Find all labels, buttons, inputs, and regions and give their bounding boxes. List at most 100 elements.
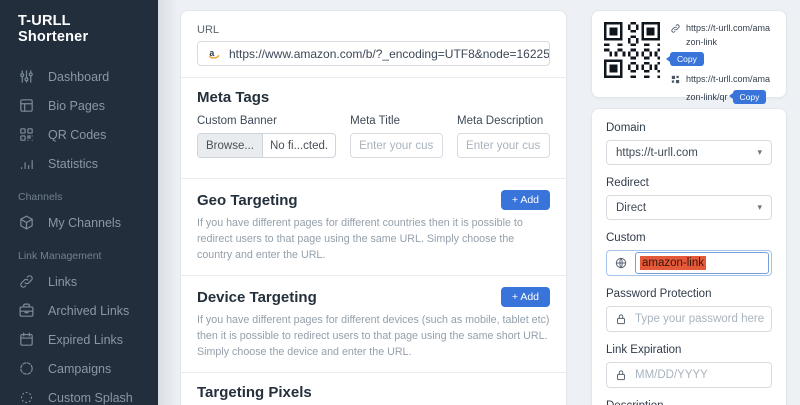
geo-targeting-header: Geo Targeting + Add xyxy=(197,190,550,210)
amazon-favicon-icon: a xyxy=(207,47,221,61)
sidebar-item-dashboard[interactable]: Dashboard xyxy=(0,62,158,91)
file-selected-text: No fi...cted. xyxy=(269,139,329,152)
device-add-button[interactable]: + Add xyxy=(500,287,550,308)
sidebar-section-channels: Channels xyxy=(18,191,63,203)
custom-alias-field[interactable]: amazon-link xyxy=(635,252,769,274)
globe-icon xyxy=(614,256,628,270)
sidebar-item-label: My Channels xyxy=(48,215,121,230)
sidebar-item-label: Bio Pages xyxy=(48,98,105,113)
sidebar-item-qr-codes[interactable]: QR Codes xyxy=(0,120,158,149)
globe-icon-wrap xyxy=(607,256,635,270)
meta-description-label: Meta Description xyxy=(457,115,544,127)
sidebar-item-label: Dashboard xyxy=(48,69,110,84)
geo-targeting-description: If you have different pages for differen… xyxy=(197,217,523,262)
sidebar-item-label: Custom Splash xyxy=(48,390,133,405)
divider xyxy=(181,178,566,179)
qr-link-url: https://t-urll.com/amazon-link/qr Copy xyxy=(686,74,771,104)
redirect-value: Direct xyxy=(616,201,647,214)
share-links: https://t-urll.com/amazon-link Copy http… xyxy=(666,22,774,104)
short-link-url: https://t-urll.com/amazon-link xyxy=(686,23,771,47)
calendar-icon xyxy=(18,331,35,348)
custom-alias-selected-text: amazon-link xyxy=(640,256,706,270)
share-card: https://t-urll.com/amazon-link Copy http… xyxy=(591,10,787,104)
geo-targeting-heading: Geo Targeting xyxy=(197,191,298,209)
lock-icon xyxy=(614,312,628,326)
short-link-row: https://t-urll.com/amazon-link Copy xyxy=(666,22,774,66)
device-targeting-heading: Device Targeting xyxy=(197,288,317,306)
meta-description-input[interactable] xyxy=(457,133,550,158)
meta-title-field: Meta Title xyxy=(350,115,444,158)
custom-banner-label: Custom Banner xyxy=(197,115,277,127)
meta-title-input[interactable] xyxy=(350,133,444,158)
lock-icon-wrap xyxy=(607,312,635,326)
sidebar-item-expired-links[interactable]: Expired Links xyxy=(0,325,158,354)
adjustments-icon xyxy=(18,68,35,85)
lock-icon-wrap xyxy=(607,368,635,382)
link-expiration-label: Link Expiration xyxy=(606,344,682,356)
meta-description-field: Meta Description xyxy=(457,115,550,158)
layout-icon xyxy=(18,97,35,114)
redirect-select[interactable]: Direct ▾ xyxy=(606,195,772,220)
meta-title-label: Meta Title xyxy=(350,115,400,127)
meta-tags-heading: Meta Tags xyxy=(197,89,270,106)
qr-code-image xyxy=(604,22,660,78)
qrcode-icon xyxy=(18,126,35,143)
sidebar-item-label: Archived Links xyxy=(48,303,130,318)
copy-short-link-button[interactable]: Copy xyxy=(666,52,704,66)
lock-icon xyxy=(614,368,628,382)
sidebar-item-archived-links[interactable]: Archived Links xyxy=(0,296,158,325)
chevron-down-icon: ▾ xyxy=(757,202,762,212)
qr-link-row: https://t-urll.com/amazon-link/qr Copy xyxy=(670,73,774,104)
password-input[interactable] xyxy=(635,313,771,325)
custom-banner-file-input[interactable]: Browse... No fi...cted. xyxy=(197,133,337,158)
domain-label: Domain xyxy=(606,122,646,134)
sidebar-item-campaigns[interactable]: Campaigns xyxy=(0,354,158,383)
sidebar-shadow xyxy=(158,0,178,405)
sidebar-item-bio-pages[interactable]: Bio Pages xyxy=(0,91,158,120)
divider xyxy=(181,372,566,374)
sidebar-item-label: Campaigns xyxy=(48,361,112,376)
sidebar-nav: Dashboard Bio Pages QR Codes Statistics Chan… xyxy=(0,62,158,405)
sidebar: T-URLL Shortener Dashboard Bio Pages QR Co… xyxy=(0,0,158,405)
package-icon xyxy=(18,214,35,231)
custom-banner-field: Custom Banner Browse... No fi...cted. xyxy=(197,115,337,158)
geo-add-button[interactable]: + Add xyxy=(500,190,550,210)
link-icon xyxy=(18,273,35,290)
meta-fields: Custom Banner Browse... No fi...cted. Me… xyxy=(197,115,550,158)
sidebar-item-my-channels[interactable]: My Channels xyxy=(0,208,158,237)
sidebar-item-custom-splash[interactable]: Custom Splash xyxy=(0,383,158,405)
password-protection-label: Password Protection xyxy=(606,288,712,300)
link-settings-card: Domain https://t-urll.com ▾ Redirect Dir… xyxy=(591,108,787,405)
chart-bar-icon xyxy=(18,155,35,172)
url-value: https://www.amazon.com/b/?_encoding=UTF8… xyxy=(229,46,550,61)
custom-alias-input[interactable]: amazon-link xyxy=(606,250,772,276)
sidebar-item-statistics[interactable]: Statistics xyxy=(0,149,158,178)
url-input[interactable]: a https://www.amazon.com/b/?_encoding=UT… xyxy=(197,41,550,66)
sidebar-item-label: QR Codes xyxy=(48,127,107,142)
device-targeting-header: Device Targeting + Add xyxy=(197,287,550,308)
divider xyxy=(181,275,566,277)
expiration-date-input[interactable] xyxy=(635,369,771,381)
device-targeting-description: If you have different pages for differen… xyxy=(197,314,550,359)
link-icon xyxy=(670,23,681,34)
custom-label: Custom xyxy=(606,232,646,244)
copy-qr-link-button[interactable]: Copy xyxy=(728,89,767,104)
sidebar-item-links[interactable]: Links xyxy=(0,267,158,296)
chevron-down-icon: ▾ xyxy=(757,147,762,157)
sidebar-section-link-management: Link Management xyxy=(18,250,102,262)
redirect-label: Redirect xyxy=(606,177,649,189)
app-title: T-URLL Shortener xyxy=(18,13,89,45)
browse-button[interactable]: Browse... xyxy=(198,134,263,157)
url-label: URL xyxy=(197,24,220,36)
divider xyxy=(181,77,566,78)
archive-icon xyxy=(18,302,35,319)
domain-select[interactable]: https://t-urll.com ▾ xyxy=(606,140,772,165)
right-column: https://t-urll.com/amazon-link Copy http… xyxy=(591,10,787,405)
expiration-input-group xyxy=(606,362,772,388)
sidebar-item-label: Expired Links xyxy=(48,332,124,347)
qr-grid-icon xyxy=(670,74,681,85)
content-area: URL a https://www.amazon.com/b/?_encodin… xyxy=(158,0,800,405)
targeting-pixels-heading: Targeting Pixels xyxy=(197,384,312,402)
circle-icon xyxy=(18,360,35,377)
sidebar-item-label: Statistics xyxy=(48,156,99,171)
